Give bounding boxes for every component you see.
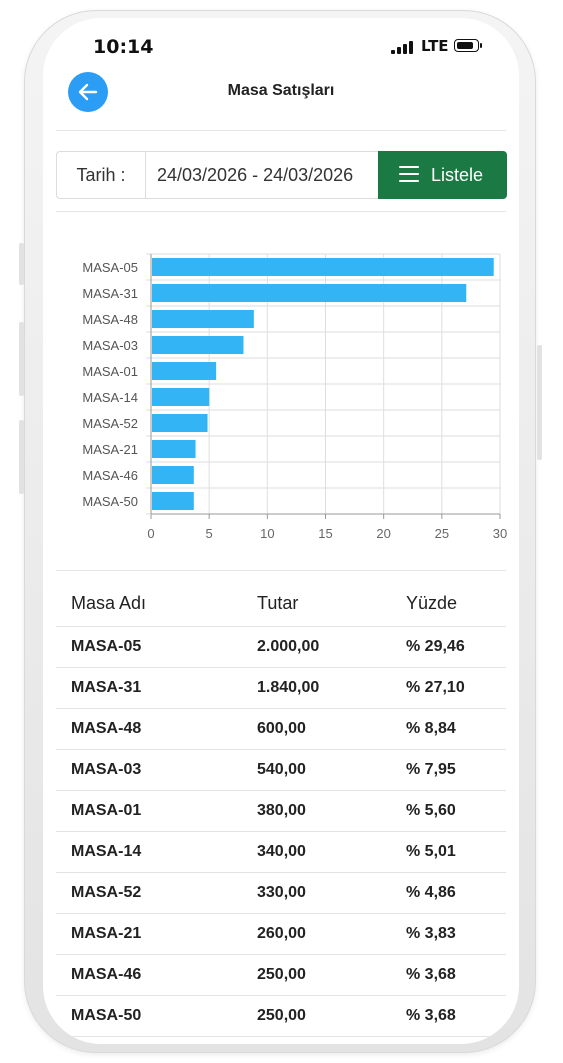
menu-icon (399, 166, 419, 182)
table-row: MASA-03 540,00 % 7,95 (56, 750, 506, 791)
cell-percent: % 7,95 (406, 761, 456, 778)
x-tick-label: 30 (493, 526, 507, 541)
cell-amount: 2.000,00 (257, 638, 320, 655)
bar (152, 388, 210, 406)
cell-amount: 1.840,00 (257, 679, 320, 696)
table-row: MASA-01 380,00 % 5,60 (56, 791, 506, 832)
x-tick-label: 10 (260, 526, 274, 541)
app-screen: 10:14 LTE Masa Satışları Tarih : 24/03/2… (43, 18, 519, 1044)
power-button (537, 345, 542, 460)
signal-icon (391, 41, 413, 54)
cell-percent: % 3,68 (406, 966, 456, 983)
bar (152, 336, 244, 354)
col-header-name: Masa Adı (71, 593, 147, 613)
y-category-label: MASA-50 (82, 494, 138, 509)
list-button[interactable]: Listele (378, 151, 507, 199)
bar (152, 310, 254, 328)
cell-percent: % 5,60 (406, 802, 456, 819)
cell-percent: % 8,84 (406, 720, 456, 737)
status-bar: 10:14 LTE (43, 18, 519, 70)
x-tick-label: 5 (206, 526, 213, 541)
cell-table-name: MASA-31 (71, 679, 142, 696)
divider (56, 570, 506, 571)
cell-table-name: MASA-14 (71, 843, 142, 860)
cell-percent: % 4,86 (406, 884, 456, 901)
table-row: MASA-46 250,00 % 3,68 (56, 955, 506, 996)
bar (152, 466, 194, 484)
date-filter: Tarih : 24/03/2026 - 24/03/2026 Listele (56, 151, 507, 199)
list-button-label: Listele (431, 165, 484, 185)
cell-percent: % 3,68 (406, 1007, 456, 1024)
table-row: MASA-05 2.000,00 % 29,46 (56, 627, 506, 668)
table-row: MASA-21 260,00 % 3,83 (56, 914, 506, 955)
cell-table-name: MASA-03 (71, 761, 142, 778)
table-row: MASA-31 1.840,00 % 27,10 (56, 668, 506, 709)
x-tick-label: 0 (147, 526, 154, 541)
network-type: LTE (421, 37, 449, 55)
cell-table-name: MASA-48 (71, 720, 142, 737)
cell-table-name: MASA-50 (71, 1007, 142, 1024)
battery-icon (454, 39, 482, 52)
divider (56, 211, 506, 212)
y-category-label: MASA-03 (82, 338, 138, 353)
cell-table-name: MASA-05 (71, 638, 142, 655)
bar (152, 440, 196, 458)
cell-amount: 250,00 (257, 1007, 306, 1024)
bar (152, 258, 494, 276)
cell-amount: 340,00 (257, 843, 306, 860)
cell-percent: % 5,01 (406, 843, 456, 860)
y-category-label: MASA-48 (82, 312, 138, 327)
y-category-label: MASA-14 (82, 390, 138, 405)
y-category-label: MASA-52 (82, 416, 138, 431)
col-header-percent: Yüzde (406, 593, 458, 613)
bar (152, 362, 217, 380)
y-category-label: MASA-31 (82, 286, 138, 301)
cell-table-name: MASA-21 (71, 925, 142, 942)
divider (56, 130, 506, 131)
bar (152, 492, 194, 510)
cell-table-name: MASA-01 (71, 802, 142, 819)
cell-amount: 600,00 (257, 720, 306, 737)
x-tick-label: 20 (376, 526, 390, 541)
cell-amount: 540,00 (257, 761, 306, 778)
cell-percent: % 3,83 (406, 925, 456, 942)
x-tick-label: 15 (318, 526, 332, 541)
status-time: 10:14 (93, 36, 154, 58)
cell-amount: 260,00 (257, 925, 306, 942)
x-tick-label: 25 (435, 526, 449, 541)
page-title: Masa Satışları (227, 82, 335, 99)
bar (152, 414, 208, 432)
cell-amount: 380,00 (257, 802, 306, 819)
col-header-amount: Tutar (257, 593, 299, 613)
cell-percent: % 29,46 (406, 638, 465, 655)
bar-chart: 0 5 10 15 20 25 30 MASA-05 MASA-31 MASA-48 MASA-03… (82, 253, 507, 541)
table-header: Masa Adı Tutar Yüzde (56, 581, 506, 627)
volume-button (19, 420, 24, 494)
y-category-label: MASA-05 (82, 260, 138, 275)
table-row: MASA-52 330,00 % 4,86 (56, 873, 506, 914)
page-header: Masa Satışları (43, 70, 519, 130)
table-row: MASA-14 340,00 % 5,01 (56, 832, 506, 873)
cell-percent: % 27,10 (406, 679, 465, 696)
table-row: MASA-50 250,00 % 3,68 (56, 996, 506, 1037)
y-category-label: MASA-01 (82, 364, 138, 379)
volume-button (19, 322, 24, 396)
table-row: MASA-48 600,00 % 8,84 (56, 709, 506, 750)
y-category-label: MASA-46 (82, 468, 138, 483)
date-range-input[interactable]: 24/03/2026 - 24/03/2026 (157, 152, 379, 198)
date-label: Tarih : (57, 152, 146, 198)
cell-amount: 250,00 (257, 966, 306, 983)
bar (152, 284, 467, 302)
sales-table: Masa Adı Tutar Yüzde MASA-05 2.000,00 % 29… (56, 581, 506, 1037)
cell-table-name: MASA-52 (71, 884, 142, 901)
volume-button (19, 243, 24, 285)
cell-amount: 330,00 (257, 884, 306, 901)
y-category-label: MASA-21 (82, 442, 138, 457)
cell-table-name: MASA-46 (71, 966, 142, 983)
